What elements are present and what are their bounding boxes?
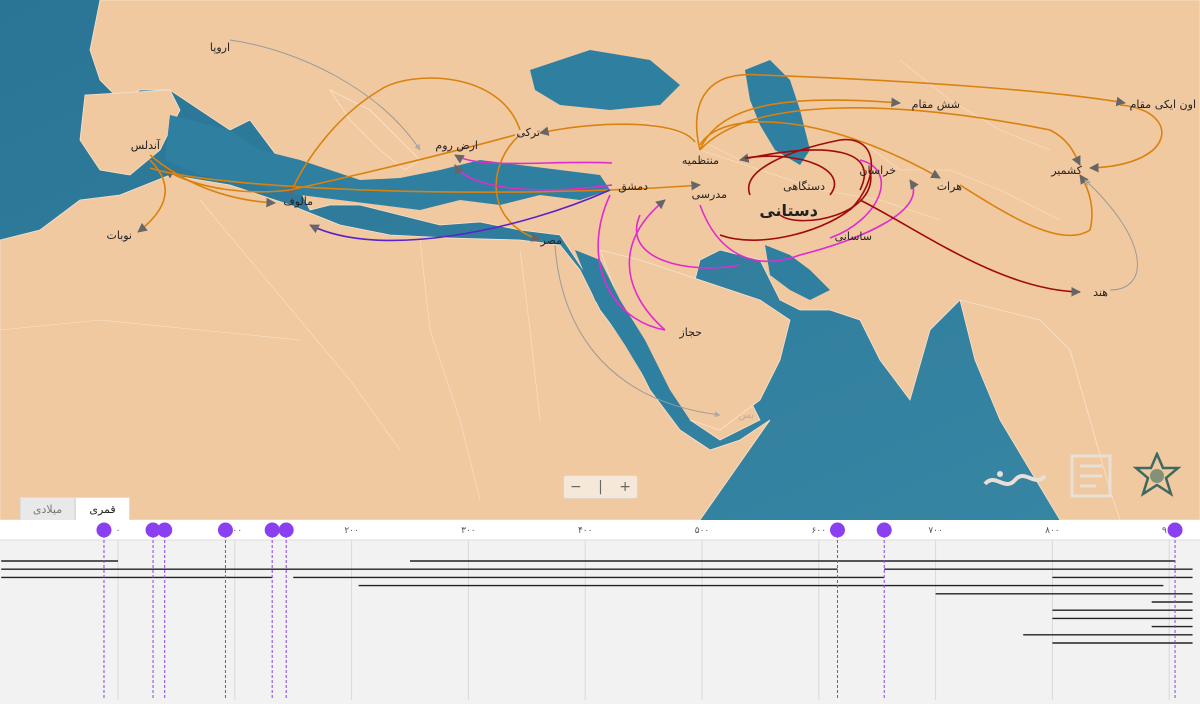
- label-turkey[interactable]: ترکی: [516, 126, 540, 139]
- timeline-panel[interactable]: ۰۱۰۰۲۰۰۳۰۰۴۰۰۵۰۰۶۰۰۷۰۰۸۰۰۹۰۰: [0, 520, 1200, 700]
- label-nubat[interactable]: نوبات: [106, 229, 132, 242]
- timeline-tick-label: ۶۰۰: [812, 526, 827, 536]
- calendar-tabs: میلادی قمری: [20, 497, 130, 520]
- label-andalus[interactable]: آندلس: [131, 138, 161, 152]
- label-europe[interactable]: اروپا: [210, 41, 230, 54]
- label-egypt[interactable]: مصر: [539, 234, 562, 247]
- tab-lunar[interactable]: قمری: [75, 497, 130, 520]
- star-emblem-icon: [1132, 452, 1182, 497]
- label-madrasi[interactable]: مدرسی: [692, 188, 727, 201]
- timeline-axis-strip: [0, 520, 1200, 540]
- zoom-divider: |: [598, 479, 603, 495]
- label-dastani[interactable]: دستانی: [759, 201, 818, 220]
- timeline-tick-label: ۷۰۰: [928, 526, 943, 536]
- label-dastgahi[interactable]: دستگاهی: [783, 180, 825, 193]
- timeline-tick-label: ۵۰۰: [695, 526, 710, 536]
- label-hind[interactable]: هند: [1093, 286, 1108, 299]
- timeline-marker-dot[interactable]: [157, 522, 173, 538]
- zoom-control: − | +: [563, 475, 638, 499]
- label-on-iki-maqam[interactable]: اون ایکی مقام: [1130, 98, 1196, 111]
- zoom-in-button[interactable]: +: [619, 479, 631, 495]
- timeline-marker-dot[interactable]: [278, 522, 294, 538]
- timeline-tick-label: ۰: [116, 526, 121, 536]
- label-shesh-maqam[interactable]: شش مقام: [912, 98, 960, 111]
- map-view[interactable]: اروپا آندلس نوبات مالوف ترکی ارض روم مصر…: [0, 0, 1200, 520]
- timeline-tick-label: ۲۰۰: [344, 526, 359, 536]
- tab-gregorian[interactable]: میلادی: [20, 497, 75, 520]
- label-herat[interactable]: هرات: [937, 180, 962, 193]
- label-arz-rum[interactable]: ارض روم: [435, 139, 478, 152]
- label-montazemieh[interactable]: منتظمیه: [682, 154, 719, 167]
- timeline-canvas: ۰۱۰۰۲۰۰۳۰۰۴۰۰۵۰۰۶۰۰۷۰۰۸۰۰۹۰۰: [0, 520, 1200, 700]
- timeline-marker-dot[interactable]: [876, 522, 892, 538]
- timeline-marker-dot[interactable]: [96, 522, 112, 538]
- timeline-body: [0, 540, 1200, 700]
- timeline-tick-label: ۴۰۰: [578, 526, 593, 536]
- label-hejaz[interactable]: حجاز: [678, 326, 702, 339]
- timeline-tick-label: ۳۰۰: [461, 526, 476, 536]
- label-bas[interactable]: بس: [738, 410, 754, 421]
- label-khorasan[interactable]: خراسان: [859, 164, 896, 177]
- zoom-out-button[interactable]: −: [570, 479, 582, 495]
- timeline-marker-dot[interactable]: [829, 522, 845, 538]
- timeline-marker-dot[interactable]: [264, 522, 280, 538]
- label-sasani[interactable]: ساسانی: [835, 230, 872, 243]
- timeline-tick-label: ۸۰۰: [1045, 526, 1060, 536]
- label-kashmir[interactable]: کشمیر: [1050, 164, 1083, 177]
- map-canvas: اروپا آندلس نوبات مالوف ترکی ارض روم مصر…: [0, 0, 1200, 520]
- timeline-marker-dot[interactable]: [217, 522, 233, 538]
- university-logo-icon: [1070, 454, 1112, 498]
- label-maluf[interactable]: مالوف: [283, 195, 313, 208]
- niroo-logo-icon: [983, 471, 1047, 486]
- timeline-marker-dot[interactable]: [1167, 522, 1183, 538]
- label-damascus[interactable]: دمشق: [618, 180, 648, 194]
